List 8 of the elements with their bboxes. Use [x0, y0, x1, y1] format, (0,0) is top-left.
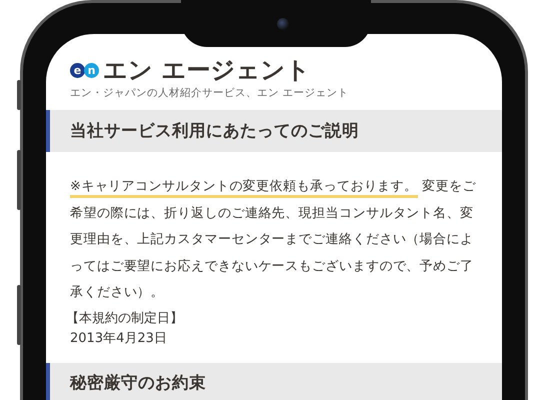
tagline: エン・ジャパンの人材紹介サービス、エン エージェント — [69, 86, 350, 100]
date-text: 2013年4月23日 — [69, 330, 168, 348]
paragraph: ※キャリアコンサルタントの変更依頼も承っております。 変更をご希望の際には、折り返しのご連絡先、現担当コンサルタント名、変更理由を、上記カスタマーセンターまでご連絡ください（場合によってはご要望にお応えできないケースもございますので、予めご了承ください）。 — [69, 178, 477, 302]
section-heading: 当社サービス利用にあたってのご説明 — [46, 110, 502, 152]
camera-icon — [277, 18, 289, 30]
date-label: 【本規約の制定日】 — [65, 310, 184, 328]
logo-text: エン エージェント — [103, 56, 310, 84]
section-heading: 秘密厳守のお約束 — [46, 362, 502, 400]
